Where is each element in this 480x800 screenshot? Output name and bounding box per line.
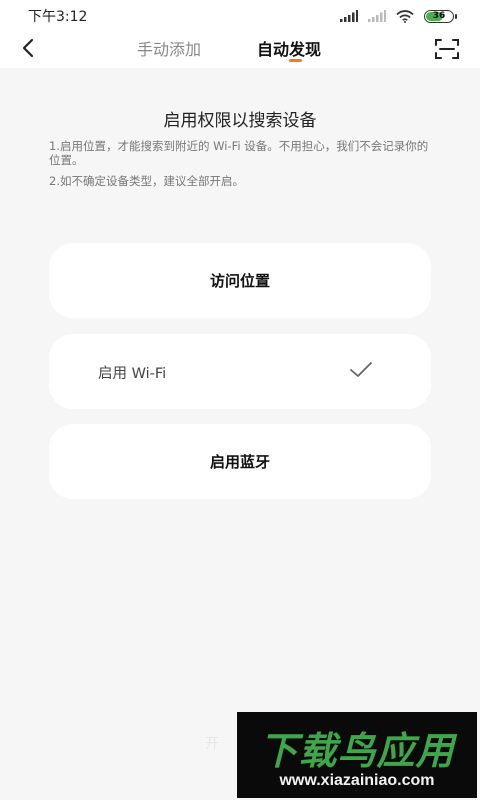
signal-weak-icon	[368, 10, 386, 22]
chevron-left-icon	[22, 38, 34, 58]
nav-bar: 手动添加 自动发现	[0, 32, 480, 68]
bottom-hint-text: 开	[205, 736, 219, 752]
permission-bluetooth-button[interactable]: 启用蓝牙	[49, 424, 431, 499]
page-title: 启用权限以搜索设备	[163, 111, 317, 131]
watermark-title: 下载鸟应用	[259, 729, 455, 773]
tab-manual-add[interactable]: 手动添加	[137, 36, 201, 60]
battery-level: 36	[432, 11, 446, 21]
tab-auto-discover[interactable]: 自动发现	[257, 36, 321, 60]
watermark-logo: 下载鸟应用 www.xiazainiao.com	[237, 712, 477, 798]
description-2: 2.如不确定设备类型，建议全部开启。	[49, 174, 244, 188]
wifi-icon	[396, 9, 414, 23]
watermark-url: www.xiazainiao.com	[279, 772, 435, 789]
permission-location-label: 访问位置	[209, 272, 270, 290]
status-bar: 下午3:12 36	[0, 0, 480, 32]
back-button[interactable]	[14, 34, 42, 62]
status-icons: 36	[340, 9, 457, 23]
permission-bluetooth-label: 启用蓝牙	[209, 453, 270, 471]
scan-button[interactable]	[432, 34, 462, 64]
check-icon	[350, 362, 372, 377]
permission-location-button[interactable]: 访问位置	[49, 243, 431, 318]
description-1: 1.启用位置，才能搜索到附近的 Wi-Fi 设备。不用担心，我们不会记录你的位置…	[49, 139, 429, 167]
scan-icon	[435, 39, 459, 59]
status-time: 下午3:12	[28, 9, 88, 25]
battery-icon: 36	[424, 9, 457, 23]
tab-active-indicator	[289, 59, 302, 62]
signal-icon	[340, 10, 358, 22]
permission-wifi-label: 启用 Wi-Fi	[98, 366, 167, 382]
permission-wifi-item[interactable]: 启用 Wi-Fi	[49, 334, 431, 409]
